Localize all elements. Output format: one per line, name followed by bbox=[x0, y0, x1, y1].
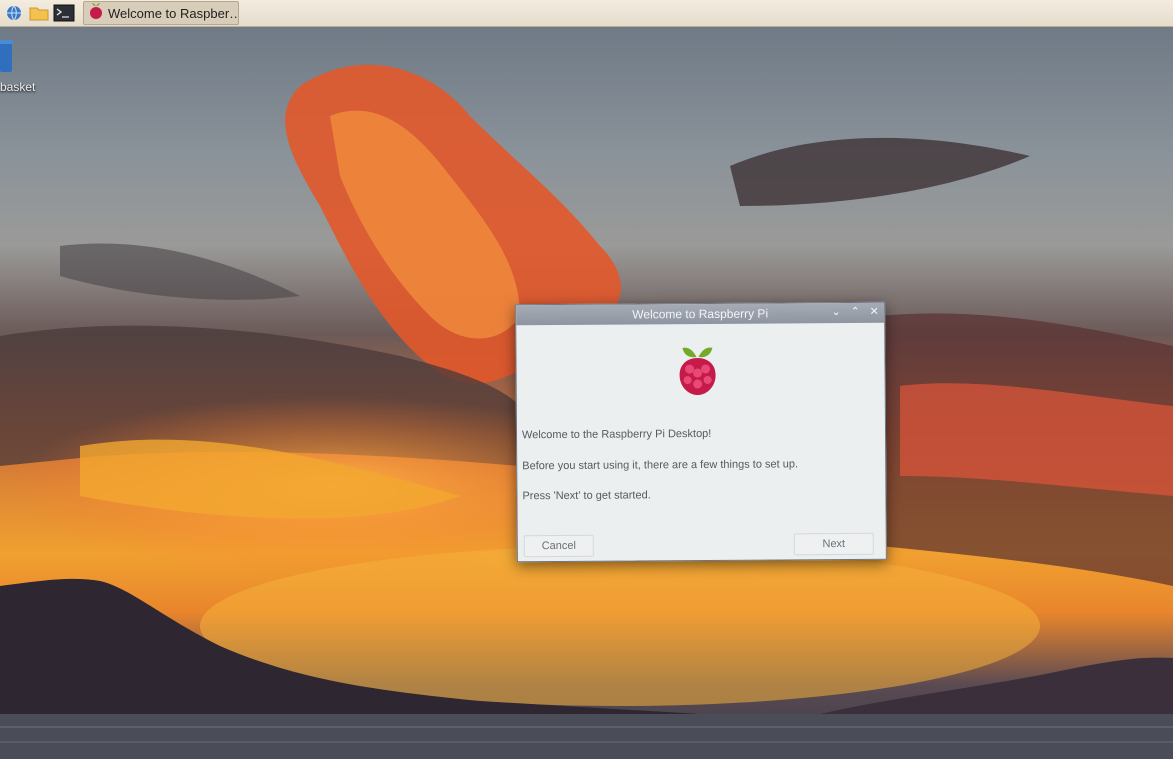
raspberry-icon bbox=[88, 2, 104, 24]
close-icon[interactable]: ✕ bbox=[868, 305, 880, 318]
desktop-icon-wastebasket[interactable]: basket bbox=[0, 38, 50, 94]
raspberry-pi-logo bbox=[674, 342, 720, 402]
cancel-button[interactable]: Cancel bbox=[523, 534, 594, 558]
next-button[interactable]: Next bbox=[793, 532, 874, 556]
wastebasket-icon bbox=[0, 40, 14, 76]
globe-icon[interactable] bbox=[3, 2, 25, 24]
dialog-titlebar[interactable]: Welcome to Raspberry Pi ⌄ ⌃ ✕ bbox=[516, 302, 885, 326]
taskbar-window-welcome[interactable]: Welcome to Raspber… bbox=[83, 1, 239, 25]
dialog-body-line2: Press 'Next' to get started. bbox=[522, 489, 651, 503]
terminal-icon[interactable] bbox=[53, 2, 75, 24]
dialog-body-line1: Before you start using it, there are a f… bbox=[522, 458, 799, 473]
welcome-dialog: Welcome to Raspberry Pi ⌄ ⌃ ✕ Welcome to… bbox=[515, 301, 887, 563]
maximize-icon[interactable]: ⌃ bbox=[849, 305, 861, 318]
dialog-title: Welcome to Raspberry Pi bbox=[632, 306, 769, 322]
minimize-icon[interactable]: ⌄ bbox=[830, 305, 842, 318]
taskbar-window-label: Welcome to Raspber… bbox=[108, 5, 238, 21]
desktop-icon-label: basket bbox=[0, 80, 36, 94]
dialog-heading: Welcome to the Raspberry Pi Desktop! bbox=[521, 427, 712, 442]
folder-icon[interactable] bbox=[28, 2, 50, 24]
taskbar: Welcome to Raspber… bbox=[0, 0, 1173, 27]
